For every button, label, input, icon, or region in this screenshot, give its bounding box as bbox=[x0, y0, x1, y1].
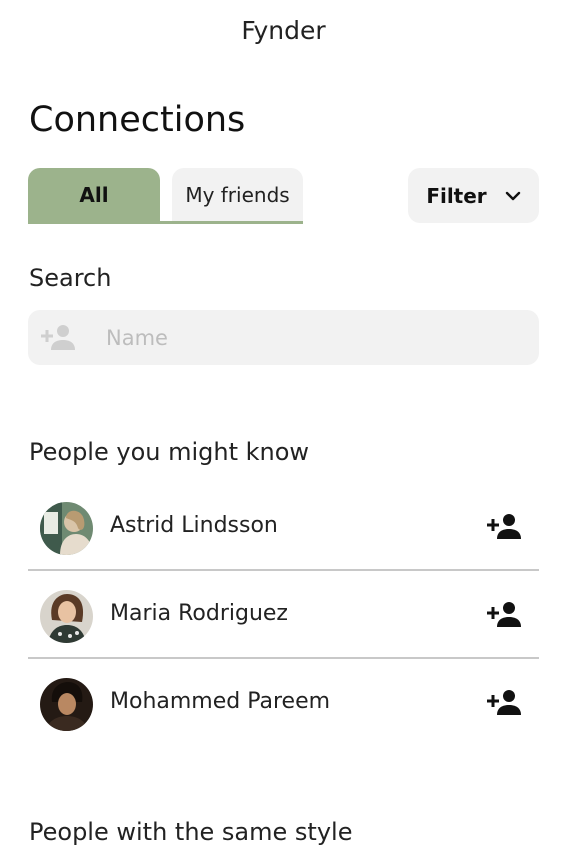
list-item[interactable]: Astrid Lindsson bbox=[28, 483, 539, 571]
person-add-icon bbox=[487, 602, 521, 627]
add-friend-button[interactable] bbox=[486, 512, 522, 542]
tabs-underline bbox=[28, 221, 303, 224]
person-add-icon bbox=[40, 323, 76, 353]
person-name: Maria Rodriguez bbox=[110, 601, 288, 626]
page-title: Connections bbox=[29, 100, 246, 140]
avatar bbox=[40, 502, 93, 555]
list-item[interactable]: Mohammed Pareem bbox=[28, 659, 539, 747]
search-box bbox=[28, 310, 539, 365]
person-name: Astrid Lindsson bbox=[110, 513, 278, 538]
tab-all[interactable]: All bbox=[28, 168, 160, 221]
chevron-down-icon bbox=[505, 188, 521, 204]
section-title-people-you-might-know: People you might know bbox=[29, 438, 310, 466]
person-add-icon bbox=[487, 690, 521, 715]
search-label: Search bbox=[29, 264, 112, 292]
avatar bbox=[40, 590, 93, 643]
tab-my-friends[interactable]: My friends bbox=[172, 168, 303, 221]
add-friend-button[interactable] bbox=[486, 688, 522, 718]
connection-tabs: All My friends bbox=[28, 168, 303, 224]
person-name: Mohammed Pareem bbox=[110, 689, 331, 714]
filter-label: Filter bbox=[426, 183, 487, 208]
add-friend-button[interactable] bbox=[486, 600, 522, 630]
person-add-icon bbox=[487, 514, 521, 539]
avatar bbox=[40, 678, 93, 731]
section-title-same-style: People with the same style bbox=[29, 818, 353, 846]
app-title: Fynder bbox=[241, 16, 326, 45]
filter-button[interactable]: Filter bbox=[408, 168, 539, 223]
list-item[interactable]: Maria Rodriguez bbox=[28, 571, 539, 659]
search-input[interactable] bbox=[106, 310, 526, 365]
